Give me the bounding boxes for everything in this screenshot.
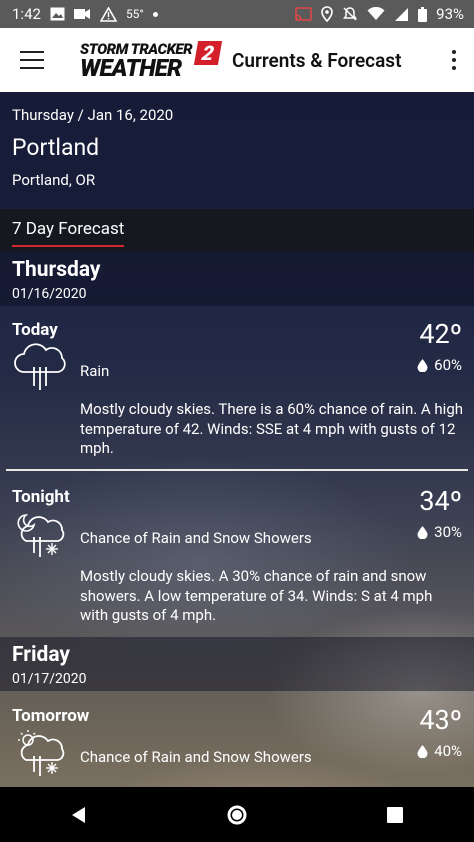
storm-tracker-logo: STORM TRACKER WEATHER 2 [80,36,230,84]
precip-value: 30% [434,523,462,541]
notifications-off-icon [342,6,358,22]
status-bar: 1:42 55° 93% [0,0,474,28]
raindrop-icon [417,525,428,539]
precip-chance: 60% [417,356,462,374]
period-temperature: 42º [419,318,462,350]
cast-icon [295,7,312,21]
menu-button[interactable] [0,28,64,92]
day-rain-snow-icon [12,728,68,778]
wifi-icon [367,7,385,21]
period-name: Today [12,320,58,340]
day-name: Friday [12,643,70,667]
video-icon [73,8,91,20]
precip-chance: 40% [417,742,462,760]
logo-number-badge: 2 [193,41,223,65]
tab-7-day-forecast[interactable]: 7 Day Forecast [12,219,125,247]
page-title: Currents & Forecast [232,48,402,72]
system-nav-bar [0,787,474,842]
day-date: 01/16/2020 [12,286,87,302]
back-button[interactable] [49,787,109,842]
more-vert-icon [452,50,456,70]
day-header-thursday: Thursday 01/16/2020 [0,252,474,306]
battery-icon [418,6,428,22]
location-icon [321,6,333,22]
day-header-friday: Friday 01/17/2020 [0,637,474,691]
period-condition: Chance of Rain and Snow Showers [80,748,312,766]
precip-value: 40% [434,742,462,760]
period-name: Tonight [12,487,70,507]
period-description: Mostly cloudy skies. A 30% chance of rai… [80,567,433,624]
current-date: Thursday / Jan 16, 2020 [12,106,174,124]
period-condition: Chance of Rain and Snow Showers [80,529,312,547]
back-triangle-icon [72,806,85,823]
recents-square-icon [387,806,403,823]
home-circle-icon [227,805,247,824]
status-time: 1:42 [12,5,41,23]
recents-button[interactable] [365,787,425,842]
home-button[interactable] [207,787,267,842]
more-options-button[interactable] [434,28,474,92]
divider [6,469,468,471]
period-temperature: 43º [419,704,462,736]
tab-bar: 7 Day Forecast [0,209,474,252]
warning-icon [99,6,117,22]
raindrop-icon [417,358,428,372]
app-bar: STORM TRACKER WEATHER 2 Currents & Forec… [0,28,474,92]
period-name: Tomorrow [12,706,90,726]
image-icon [50,7,65,21]
notification-dot-icon [152,11,158,17]
night-rain-snow-icon [12,509,68,559]
precip-value: 60% [434,356,462,374]
period-condition: Rain [80,362,110,380]
forecast-period-tonight[interactable]: Tonight 34º 30% Chance of Rain and Snow … [0,485,474,627]
forecast-content[interactable]: Thursday / Jan 16, 2020 Portland Portlan… [0,92,474,787]
day-date: 01/17/2020 [12,671,87,687]
location-header: Thursday / Jan 16, 2020 Portland Portlan… [0,92,474,209]
period-temperature: 34º [419,485,462,517]
signal-icon [394,7,409,22]
day-name: Thursday [12,258,101,282]
region-name: Portland, OR [12,171,96,189]
status-temperature: 55° [125,7,144,21]
forecast-period-tomorrow[interactable]: Tomorrow 43º 40% Chance of Rain and Snow… [0,704,474,787]
rain-icon [12,342,68,392]
raindrop-icon [417,744,428,758]
city-name: Portland [12,134,100,161]
battery-percentage: 93% [436,5,464,23]
precip-chance: 30% [417,523,462,541]
forecast-period-today[interactable]: Today 42º 60% Rain Mostly cloudy skies. … [0,318,474,460]
hamburger-icon [20,51,44,69]
period-description: Mostly cloudy skies. There is a 60% chan… [80,400,464,457]
